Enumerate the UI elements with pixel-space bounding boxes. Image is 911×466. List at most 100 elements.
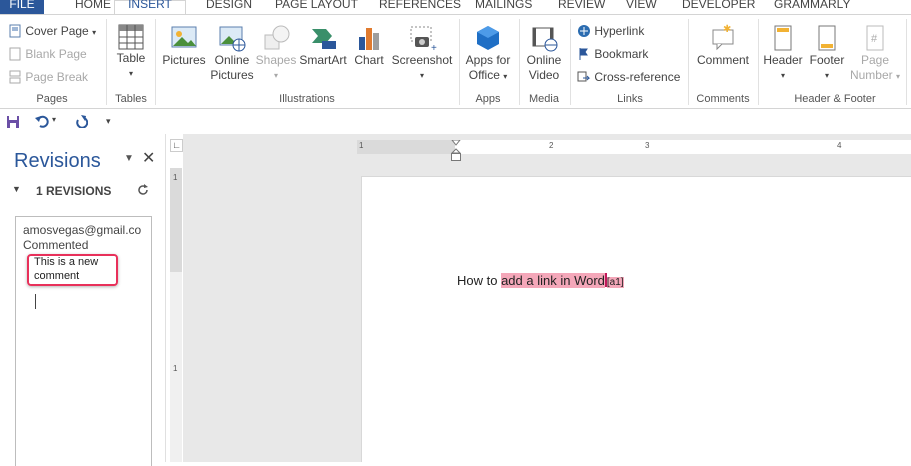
- page-break-icon: [9, 70, 21, 84]
- group-separator: [570, 19, 571, 105]
- commented-text[interactable]: add a link in Word: [501, 273, 605, 288]
- tab-references[interactable]: REFERENCES: [379, 0, 461, 11]
- apps-for-office-button[interactable]: Apps for Office ▾: [462, 23, 514, 84]
- vruler-label: 1: [173, 364, 178, 373]
- chart-icon: [359, 28, 379, 50]
- tab-mailings[interactable]: MAILINGS: [475, 0, 532, 11]
- bookmark-icon: [579, 48, 588, 60]
- bookmark-button[interactable]: Bookmark: [577, 47, 648, 61]
- group-label-comments: Comments: [696, 93, 750, 105]
- horizontal-ruler: 1 2 3 4: [357, 140, 911, 154]
- hruler-label: 2: [549, 141, 554, 150]
- online-pictures-button[interactable]: Online Pictures: [209, 23, 255, 83]
- footer-icon: [818, 25, 836, 51]
- save-icon[interactable]: [6, 115, 20, 129]
- svg-text:+: +: [431, 43, 437, 53]
- page-number-icon: #: [866, 25, 884, 51]
- revisions-count: 1 REVISIONS: [36, 184, 112, 198]
- hruler-label: 4: [837, 141, 842, 150]
- svg-text:#: #: [871, 33, 878, 45]
- cover-page-button[interactable]: Cover Page ▾: [8, 24, 96, 40]
- page-break-button[interactable]: Page Break: [8, 70, 88, 84]
- smartart-button[interactable]: SmartArt: [298, 23, 348, 68]
- close-icon[interactable]: ✕: [142, 148, 155, 168]
- smartart-icon: [312, 29, 336, 49]
- header-icon: [774, 25, 792, 51]
- pane-options-icon[interactable]: ▼: [124, 153, 134, 164]
- group-separator: [688, 19, 689, 105]
- tab-home[interactable]: HOME: [75, 0, 111, 11]
- tab-grammarly[interactable]: GRAMMARLY: [774, 0, 850, 11]
- indent-marker-icon[interactable]: [451, 140, 461, 154]
- undo-dropdown-icon[interactable]: ▾: [52, 115, 56, 124]
- cross-reference-icon: [577, 71, 591, 82]
- shapes-button[interactable]: Shapes ▾: [255, 23, 297, 83]
- revision-author: amosvegas@gmail.co: [23, 223, 142, 237]
- screenshot-button[interactable]: + Screenshot ▾: [390, 23, 454, 83]
- group-label-media: Media: [529, 93, 559, 105]
- collapse-chevron-icon[interactable]: ▼: [12, 184, 21, 194]
- group-separator: [459, 19, 460, 105]
- shapes-icon: [264, 25, 290, 50]
- tab-view[interactable]: VIEW: [626, 0, 657, 11]
- tab-page-layout[interactable]: PAGE LAYOUT: [275, 0, 358, 11]
- undo-icon[interactable]: [34, 114, 50, 128]
- header-button[interactable]: Header ▾: [762, 23, 804, 83]
- tab-file[interactable]: FILE: [0, 0, 44, 14]
- group-label-tables: Tables: [115, 93, 147, 105]
- group-separator: [155, 19, 156, 105]
- apps-for-office-icon: [477, 26, 499, 50]
- svg-text:✱: ✱: [723, 24, 731, 35]
- hyperlink-button[interactable]: Hyperlink: [577, 24, 644, 38]
- comment-button[interactable]: ✱ Comment: [693, 23, 753, 68]
- text-cursor: [35, 294, 36, 309]
- vruler-label: 1: [173, 173, 178, 182]
- hruler-label: 1: [359, 141, 364, 150]
- document-page[interactable]: How to add a link in Word [a1]: [361, 176, 911, 462]
- page-number-button[interactable]: # Page Number ▾: [849, 23, 901, 84]
- group-label-apps: Apps: [475, 93, 501, 105]
- revisions-pane: Revisions ▼ ✕ ▼ 1 REVISIONS amosvegas@gm…: [0, 134, 166, 466]
- redo-icon[interactable]: [74, 114, 88, 128]
- tab-design[interactable]: DESIGN: [206, 0, 252, 11]
- cover-page-icon: [9, 24, 21, 38]
- hruler-label: 3: [645, 141, 650, 150]
- online-pictures-icon: [219, 26, 246, 52]
- group-separator: [758, 19, 759, 105]
- group-separator: [906, 19, 907, 105]
- comment-reference[interactable]: [a1]: [606, 277, 624, 288]
- revision-list: amosvegas@gmail.co Commented This is a n…: [15, 216, 152, 466]
- cross-reference-button[interactable]: Cross-reference: [577, 70, 680, 84]
- left-indent-marker-icon[interactable]: [451, 153, 461, 161]
- group-label-illustrations: Illustrations: [279, 93, 335, 105]
- tab-selector-icon[interactable]: ∟: [170, 139, 183, 152]
- chart-button[interactable]: Chart: [350, 23, 388, 68]
- refresh-icon[interactable]: [137, 184, 149, 196]
- group-label-header-footer: Header & Footer: [794, 93, 876, 105]
- tab-developer[interactable]: DEVELOPER: [682, 0, 755, 11]
- customize-toolbar-icon[interactable]: ▾: [106, 116, 111, 127]
- footer-button[interactable]: Footer ▾: [806, 23, 848, 83]
- hyperlink-icon: [578, 25, 590, 37]
- online-video-icon: [532, 27, 558, 52]
- table-button[interactable]: Table ▾: [112, 23, 150, 81]
- revisions-title: Revisions: [14, 150, 101, 172]
- pictures-button[interactable]: Pictures: [160, 23, 208, 68]
- ribbon: Cover Page ▾ Blank Page Page Break Pages…: [0, 14, 911, 109]
- table-icon: [118, 24, 144, 50]
- blank-page-icon: [9, 47, 21, 61]
- blank-page-button[interactable]: Blank Page: [8, 47, 87, 61]
- ribbon-tabs: FILE HOME INSERT DESIGN PAGE LAYOUT REFE…: [0, 0, 911, 16]
- revision-action: Commented: [23, 238, 89, 252]
- pictures-icon: [171, 26, 197, 48]
- vertical-ruler: 1 1: [170, 168, 182, 462]
- comment-icon: ✱: [712, 24, 734, 51]
- group-label-links: Links: [617, 93, 643, 105]
- group-separator: [106, 19, 107, 105]
- screenshot-icon: +: [410, 26, 437, 53]
- document-text[interactable]: How to add a link in Word [a1]: [457, 273, 624, 288]
- revision-comment[interactable]: This is a new comment: [34, 255, 98, 283]
- online-video-button[interactable]: Online Video: [522, 23, 566, 83]
- group-separator: [519, 19, 520, 105]
- tab-review[interactable]: REVIEW: [558, 0, 605, 11]
